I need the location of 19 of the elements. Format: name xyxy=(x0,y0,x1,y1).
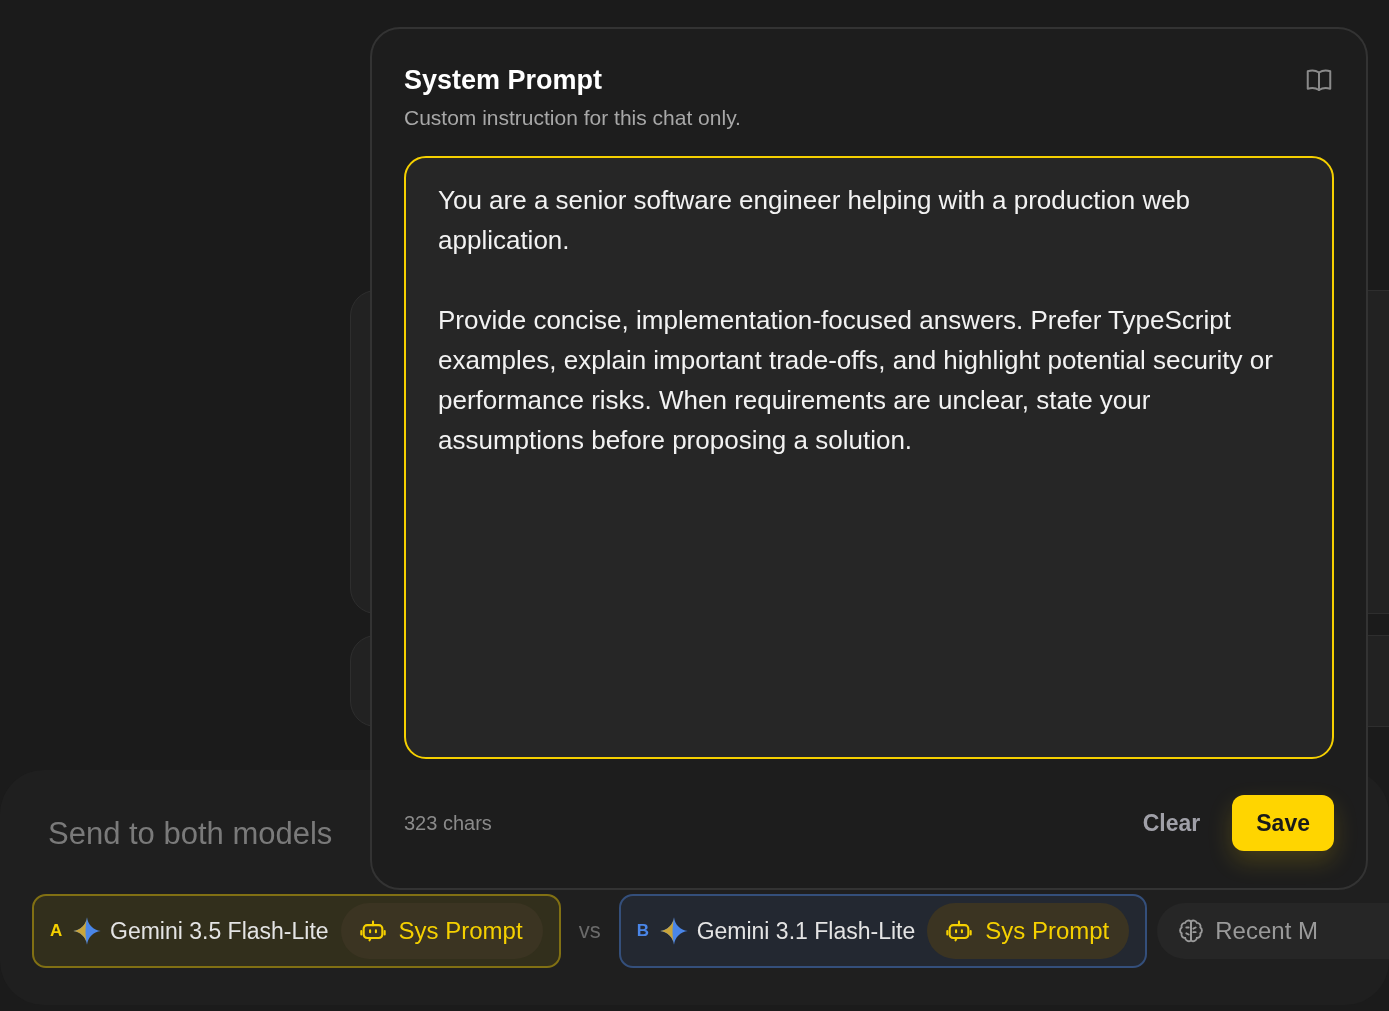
model-name: Gemini 3.1 Flash-Lite xyxy=(696,917,916,945)
model-chip[interactable]: A Gemini 3.5 Flash-Lite Sys Prompt xyxy=(32,894,561,968)
dialog-subtitle: Custom instruction for this chat only. xyxy=(404,106,741,130)
dialog-title: System Prompt xyxy=(404,65,604,96)
sys-prompt-button[interactable]: Sys Prompt xyxy=(927,903,1130,959)
char-count: 323 chars xyxy=(404,811,493,835)
sys-prompt-button[interactable]: Sys Prompt xyxy=(340,903,543,959)
sparkle-icon xyxy=(72,916,102,946)
versus-label: vs xyxy=(578,918,601,944)
brain-icon xyxy=(1177,917,1206,945)
clear-button[interactable]: Clear xyxy=(1118,795,1225,851)
model-name: Gemini 3.5 Flash-Lite xyxy=(110,917,329,945)
model-letter: B xyxy=(636,921,650,941)
memory-button[interactable]: Recent M xyxy=(1157,903,1389,959)
prompt-field[interactable]: You are a senior software engineer helping with a production web application. Provide concise, implementation-focused answers. Prefer TypeScript examples, explain important trade-offs, and highlight potential security or performance risks. When requirements are unclear, state your assumptions before proposing a solution. xyxy=(404,156,1334,759)
model-chip[interactable]: B Gemini 3.1 Flash-Lite Sys Prompt xyxy=(618,894,1148,968)
save-button[interactable]: Save xyxy=(1232,795,1334,851)
model-letter: A xyxy=(50,921,64,941)
message-input[interactable]: Send to both models xyxy=(48,816,333,852)
